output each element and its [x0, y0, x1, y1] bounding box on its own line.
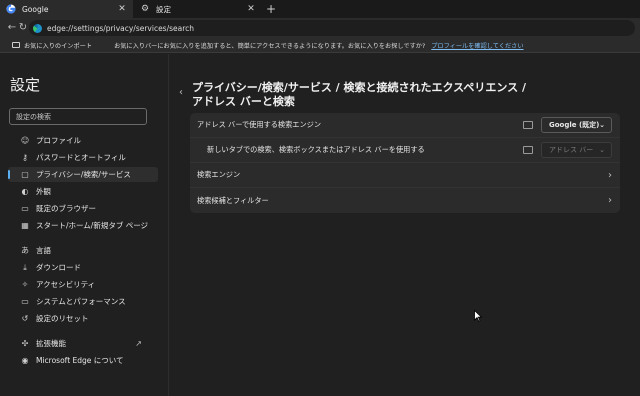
sidebar-item-languages[interactable]: あ 言語: [8, 243, 158, 258]
sidebar-item-label: プロファイル: [36, 136, 81, 145]
url-text: edge://settings/privacy/services/search: [47, 23, 195, 33]
palette-icon: ◐: [21, 186, 29, 196]
sidebar-item-system[interactable]: ▭ システムとパフォーマンス: [8, 294, 158, 309]
new-tab-button[interactable]: +: [264, 1, 278, 17]
sidebar-item-privacy[interactable]: ▢ プライバシー/検索/サービス: [8, 167, 158, 182]
search-engine-dropdown[interactable]: Google (既定) ⌄: [541, 117, 612, 133]
favorites-message: お気に入りバーにお気に入りを追加すると、簡単にアクセスできるようになります。お気…: [114, 42, 426, 50]
row-label: アドレス バーで使用する検索エンジン: [197, 120, 322, 129]
sidebar-item-label: システムとパフォーマンス: [36, 297, 126, 306]
sidebar-item-extensions[interactable]: ✣ 拡張機能 ↗: [8, 336, 158, 351]
row-new-tab-search: 新しいタブでの検索、検索ボックスまたはアドレス バーを使用する アドレス バー …: [190, 138, 620, 163]
tab-title: Google: [22, 4, 49, 14]
sidebar-item-appearance[interactable]: ◐ 外観: [8, 184, 158, 199]
key-icon: ⚷: [22, 152, 28, 162]
folder-icon: [12, 42, 20, 48]
gear-icon: ⚙: [140, 4, 150, 14]
external-link-icon: ↗: [135, 339, 142, 348]
extensions-icon: ✣: [21, 338, 29, 348]
sidebar-item-about[interactable]: ◉ Microsoft Edge について: [8, 353, 158, 368]
settings-search-input[interactable]: 設定の検索: [9, 108, 147, 125]
tab-title: 設定: [156, 4, 171, 14]
row-address-bar-engine: アドレス バーで使用する検索エンジン Google (既定) ⌄: [190, 113, 620, 138]
dropdown-value: Google (既定): [549, 121, 600, 129]
row-label: 検索エンジン: [197, 170, 241, 179]
lock-icon: ▢: [21, 169, 29, 179]
page-title: プライバシー/検索/サービス / 検索と接続されたエクスペリエンス / アドレス…: [192, 81, 572, 109]
sidebar-item-profile[interactable]: ☺ プロファイル: [8, 133, 158, 148]
tab-google[interactable]: Google ✕: [0, 0, 133, 18]
check-profile-link[interactable]: プロフィールを確認してください: [431, 41, 523, 50]
row-label: 新しいタブでの検索、検索ボックスまたはアドレス バーを使用する: [207, 145, 425, 154]
settings-card: アドレス バーで使用する検索エンジン Google (既定) ⌄ 新しいタブでの…: [190, 113, 620, 213]
policy-briefcase-icon: [523, 121, 533, 129]
chevron-left-icon[interactable]: ‹: [179, 87, 183, 98]
sidebar-item-label: 設定のリセット: [36, 314, 89, 323]
reset-icon: ↺: [21, 313, 29, 323]
sidebar-item-label: スタート/ホーム/新規タブ ページ: [36, 221, 149, 230]
sidebar-item-label: 言語: [36, 246, 51, 255]
sidebar-item-passwords[interactable]: ⚷ パスワードとオートフィル: [8, 150, 158, 165]
page-title-line2: アドレス バーと検索: [192, 95, 295, 108]
import-label: お気に入りのインポート: [24, 42, 93, 50]
system-icon: ▭: [21, 296, 29, 306]
address-bar-row: ← ↻ edge://settings/privacy/services/sea…: [0, 18, 640, 38]
address-bar[interactable]: edge://settings/privacy/services/search: [29, 20, 635, 36]
sidebar-item-start-home[interactable]: ▦ スタート/ホーム/新規タブ ページ: [8, 218, 158, 233]
settings-title: 設定: [10, 76, 41, 94]
sidebar-item-downloads[interactable]: ⤓ ダウンロード: [8, 260, 158, 275]
close-tab-icon[interactable]: ✕: [246, 4, 256, 14]
tab-settings[interactable]: ⚙ 設定 ✕: [134, 0, 262, 18]
edge-icon: ◉: [21, 355, 29, 365]
sidebar-item-label: プライバシー/検索/サービス: [36, 170, 131, 179]
import-favorites-button[interactable]: お気に入りのインポート: [12, 41, 92, 50]
sidebar-item-label: 既定のブラウザー: [36, 204, 96, 213]
policy-briefcase-icon: [523, 146, 533, 154]
person-icon: ☺: [20, 135, 30, 145]
chevron-right-icon: ›: [608, 195, 612, 206]
row-search-engines[interactable]: 検索エンジン ›: [190, 163, 620, 188]
row-search-suggestions[interactable]: 検索候補とフィルター ›: [190, 188, 620, 213]
settings-sidebar: 設定 設定の検索 ☺ プロファイル ⚷ パスワードとオートフィル ▢ プライバシ…: [0, 54, 168, 396]
google-icon: [6, 4, 16, 14]
edge-icon: [33, 23, 42, 33]
download-icon: ⤓: [23, 262, 27, 272]
sidebar-item-label: 拡張機能: [36, 339, 66, 348]
accessibility-icon: ✧: [21, 279, 29, 289]
sidebar-item-label: Microsoft Edge について: [36, 356, 124, 365]
chevron-down-icon: ⌄: [599, 121, 605, 129]
row-label: 検索候補とフィルター: [197, 195, 269, 205]
chevron-right-icon: ›: [608, 169, 612, 181]
close-tab-icon[interactable]: ✕: [117, 4, 127, 14]
favorites-bar: お気に入りのインポート お気に入りバーにお気に入りを追加すると、簡単にアクセスで…: [0, 38, 640, 53]
sidebar-item-label: パスワードとオートフィル: [36, 153, 126, 162]
page-title-line1: プライバシー/検索/サービス / 検索と接続されたエクスペリエンス /: [192, 81, 527, 94]
sidebar-item-default-browser[interactable]: ▭ 既定のブラウザー: [8, 201, 158, 216]
dropdown-value: アドレス バー: [549, 146, 594, 154]
tab-strip: Google ✕ ⚙ 設定 ✕ +: [0, 0, 640, 18]
sidebar-item-accessibility[interactable]: ✧ アクセシビリティ: [8, 277, 158, 292]
sidebar-item-reset[interactable]: ↺ 設定のリセット: [8, 311, 158, 326]
browser-icon: ▭: [21, 203, 29, 213]
settings-main: ‹ プライバシー/検索/サービス / 検索と接続されたエクスペリエンス / アド…: [169, 54, 640, 396]
sidebar-item-label: 外観: [36, 187, 51, 196]
sidebar-item-label: アクセシビリティ: [36, 280, 96, 289]
home-icon: ▦: [21, 220, 29, 230]
chevron-down-icon: ⌄: [599, 146, 605, 154]
new-tab-search-dropdown: アドレス バー ⌄: [541, 142, 612, 158]
language-icon: あ: [21, 245, 29, 255]
sidebar-item-label: ダウンロード: [36, 263, 81, 272]
